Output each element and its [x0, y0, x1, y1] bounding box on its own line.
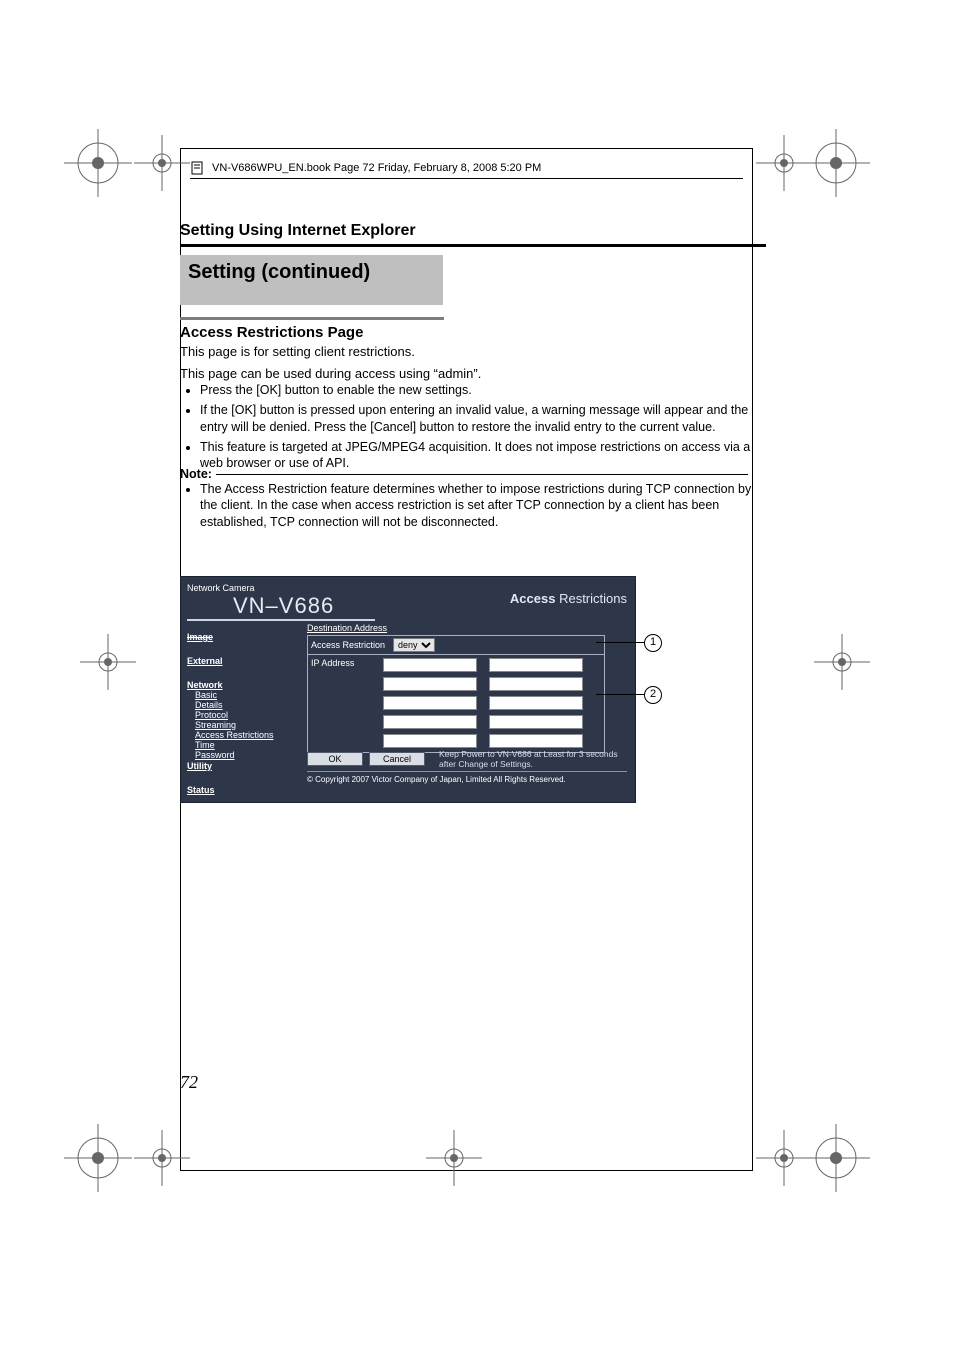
heavy-rule: [180, 244, 766, 247]
ui-content: Destination Address Access Restriction d…: [307, 623, 627, 753]
ui-page-title-bold: Access: [510, 591, 556, 606]
subhead-rule: [180, 317, 444, 320]
sidebar-item-image[interactable]: Image: [187, 632, 299, 642]
ip-input-1[interactable]: [383, 658, 477, 672]
title-block: Setting (continued): [180, 255, 443, 305]
sidebar-item-time[interactable]: Time: [195, 740, 299, 750]
page-header-text: VN-V686WPU_EN.book Page 72 Friday, Febru…: [212, 162, 541, 174]
note-bullets: The Access Restriction feature determine…: [182, 481, 768, 534]
access-restriction-select[interactable]: deny: [393, 638, 435, 652]
ip-input-6[interactable]: [489, 696, 583, 710]
cancel-button[interactable]: Cancel: [369, 752, 425, 766]
register-mark-tr: [808, 135, 864, 191]
callout-1: 1: [644, 634, 662, 652]
note-label: Note:: [180, 467, 212, 481]
page-header: VN-V686WPU_EN.book Page 72 Friday, Febru…: [190, 160, 743, 179]
access-restriction-label: Access Restriction: [311, 640, 387, 650]
callout-line-1: [596, 642, 644, 643]
sidebar-item-access-restrictions[interactable]: Access Restrictions: [195, 730, 299, 740]
bullet-2: If the [OK] button is pressed upon enter…: [200, 402, 768, 435]
ui-screenshot: Network Camera VN–V686 Access Restrictio…: [180, 576, 636, 803]
bullet-1: Press the [OK] button to enable the new …: [200, 382, 768, 398]
ip-input-5[interactable]: [383, 696, 477, 710]
ui-copyright: © Copyright 2007 Victor Company of Japan…: [307, 775, 566, 784]
sidebar-item-utility[interactable]: Utility: [187, 761, 299, 771]
ui-divider: [307, 771, 627, 772]
ip-grid: [383, 658, 583, 749]
sidebar-item-basic[interactable]: Basic: [195, 690, 299, 700]
ui-button-row: OK Cancel Keep Power to VN-V686 at Least…: [307, 749, 635, 769]
section-heading: Setting Using Internet Explorer: [180, 222, 416, 240]
register-mark-bl: [70, 1130, 126, 1186]
register-mark-tl: [70, 135, 126, 191]
sidebar-item-status[interactable]: Status: [187, 785, 299, 795]
main-bullets: Press the [OK] button to enable the new …: [182, 382, 768, 475]
register-mark-br: [808, 1130, 864, 1186]
register-mark-tr2: [756, 135, 812, 191]
sidebar-item-external[interactable]: External: [187, 656, 299, 666]
register-mark-bc: [426, 1130, 482, 1186]
register-mark-mr: [814, 634, 870, 690]
callout-2: 2: [644, 686, 662, 704]
ui-page-title: Access Restrictions: [510, 591, 627, 606]
sidebar-item-details[interactable]: Details: [195, 700, 299, 710]
ip-input-7[interactable]: [383, 715, 477, 729]
register-mark-bl2: [134, 1130, 190, 1186]
ip-input-3[interactable]: [383, 677, 477, 691]
intro-1: This page is for setting client restrict…: [180, 344, 748, 360]
ui-model-underline: [187, 619, 375, 621]
subhead: Access Restrictions Page: [180, 324, 363, 341]
sidebar-item-streaming[interactable]: Streaming: [195, 720, 299, 730]
note-rule: [216, 474, 748, 475]
access-restriction-row: Access Restriction deny: [308, 636, 604, 655]
ip-input-10[interactable]: [489, 734, 583, 748]
ui-sidebar: Image External Network Basic Details Pro…: [187, 625, 299, 795]
ok-button[interactable]: OK: [307, 752, 363, 766]
intro-2: This page can be used during access usin…: [180, 366, 748, 382]
sidebar-item-password[interactable]: Password: [195, 750, 299, 760]
note-bullet-1: The Access Restriction feature determine…: [200, 481, 768, 530]
sidebar-item-network[interactable]: Network: [187, 680, 299, 690]
register-mark-tl2: [134, 135, 190, 191]
power-hint: Keep Power to VN-V686 at Least for 3 sec…: [439, 749, 635, 769]
ip-input-8[interactable]: [489, 715, 583, 729]
ui-top-left: Network Camera: [187, 583, 255, 593]
ip-input-9[interactable]: [383, 734, 477, 748]
register-mark-br2: [756, 1130, 812, 1186]
ip-address-label: IP Address: [311, 658, 383, 749]
ip-input-2[interactable]: [489, 658, 583, 672]
ui-model: VN–V686: [233, 593, 334, 619]
note-row: Note:: [180, 467, 748, 481]
destination-address-header: Destination Address: [307, 623, 627, 633]
page-number: 72: [180, 1072, 198, 1093]
register-mark-ml: [80, 634, 136, 690]
ip-row: IP Address: [308, 655, 604, 752]
book-icon: [190, 160, 206, 176]
sidebar-item-protocol[interactable]: Protocol: [195, 710, 299, 720]
callout-line-2: [596, 694, 644, 695]
ip-input-4[interactable]: [489, 677, 583, 691]
ui-page-title-rest: Restrictions: [555, 591, 627, 606]
access-restriction-table: Access Restriction deny IP Address: [307, 635, 605, 753]
